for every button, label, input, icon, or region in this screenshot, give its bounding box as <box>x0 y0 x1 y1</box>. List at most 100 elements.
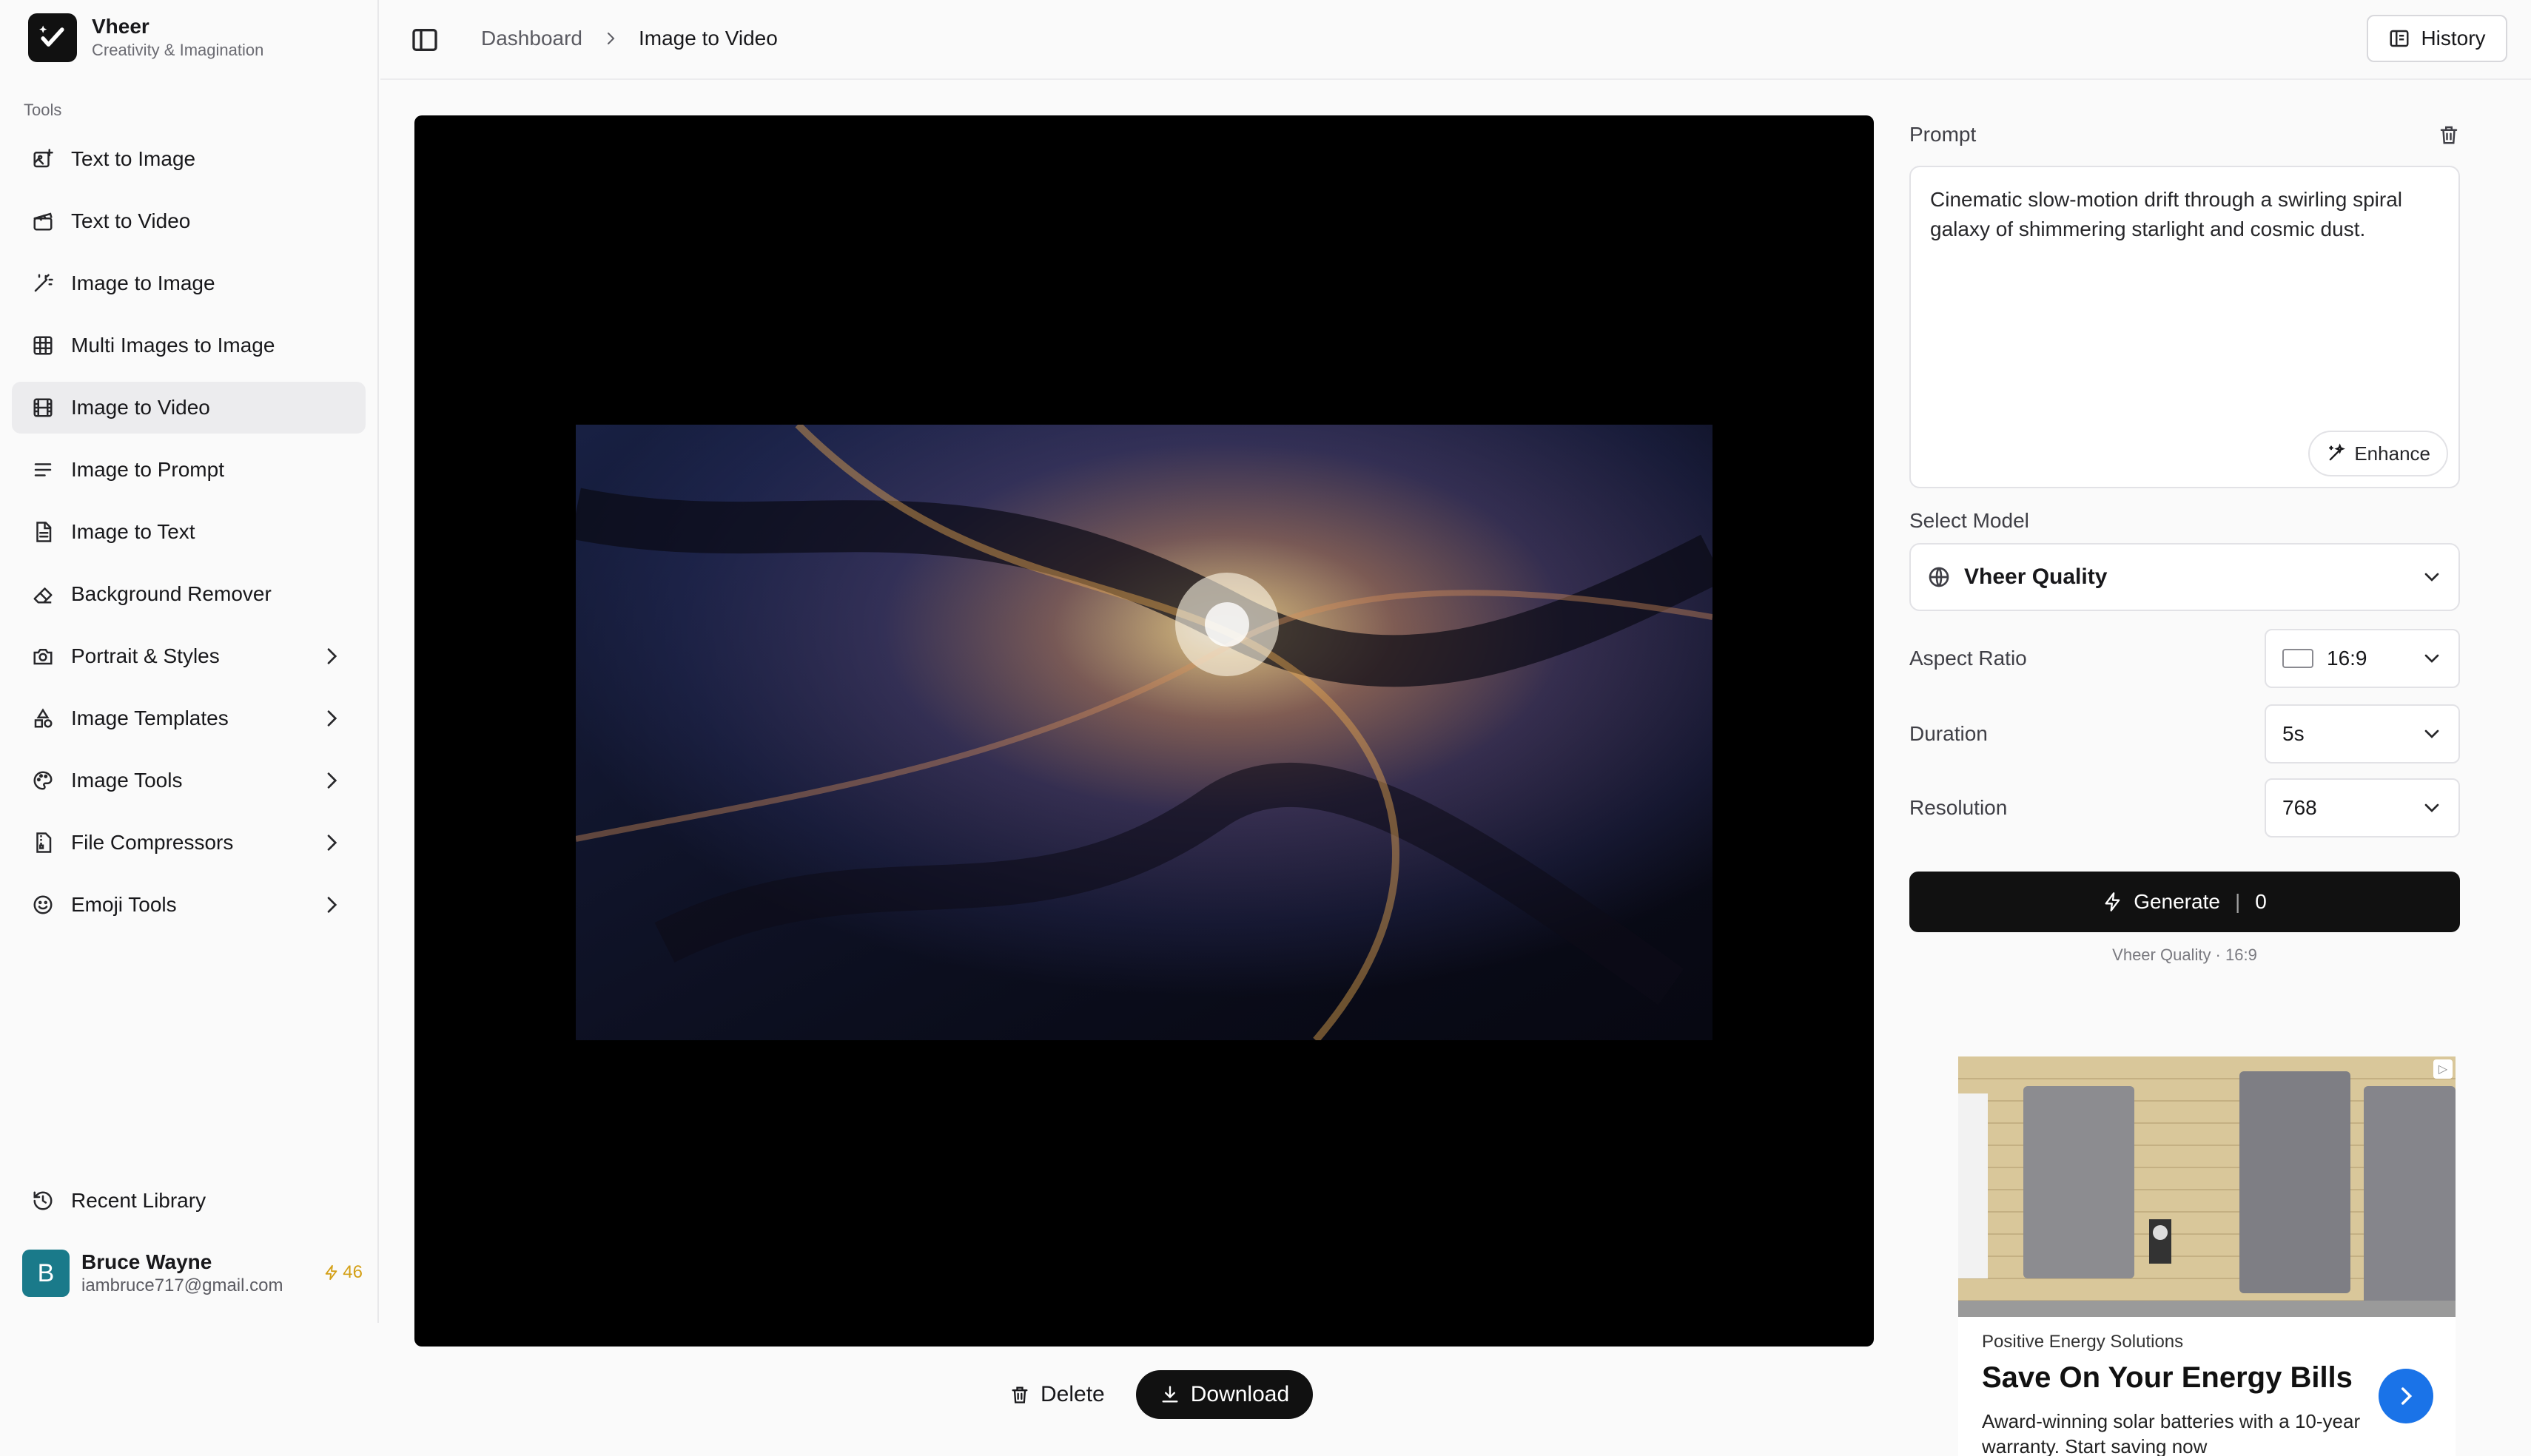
sidebar-item-portrait-styles[interactable]: Portrait & Styles <box>12 630 366 682</box>
prompt-header: Prompt <box>1909 111 2460 158</box>
history-button[interactable]: History <box>2367 15 2507 62</box>
credits-badge: 46 <box>323 1262 363 1283</box>
chevron-down-icon <box>2424 654 2439 663</box>
ad-open-button[interactable] <box>2379 1369 2433 1423</box>
prompt-text: Cinematic slow-motion drift through a sw… <box>1930 188 2403 240</box>
topbar: Dashboard Image to Video History <box>380 0 2531 80</box>
sidebar-item-image-to-image[interactable]: Image to Image <box>12 257 366 309</box>
bolt-icon <box>2105 892 2120 911</box>
file-text-icon <box>30 519 56 545</box>
download-icon <box>1162 1386 1178 1403</box>
enhance-label: Enhance <box>2354 442 2430 465</box>
brand-tagline: Creativity & Imagination <box>92 41 264 59</box>
chevron-right-icon <box>607 33 615 44</box>
grid-icon <box>30 332 56 359</box>
chevron-right-icon <box>327 648 337 664</box>
sidebar-item-label: Image Templates <box>71 707 229 729</box>
download-button[interactable]: Download <box>1135 1370 1314 1419</box>
resolution-label: Resolution <box>1909 796 2008 819</box>
sidebar-item-label: Portrait & Styles <box>71 644 220 667</box>
ratio-icon <box>2282 649 2313 668</box>
sidebar-item-image-templates[interactable]: Image Templates <box>12 692 366 744</box>
sidebar-item-image-to-prompt[interactable]: Image to Prompt <box>12 444 366 496</box>
sidebar-item-background-remover[interactable]: Background Remover <box>12 568 366 620</box>
sidebar-item-label: Image to Prompt <box>71 458 224 481</box>
model-value: Vheer Quality <box>1964 564 2108 589</box>
sidebar-item-label: Image Tools <box>71 769 183 792</box>
ad-advertiser: Positive Energy Solutions <box>1982 1332 2184 1352</box>
video-viewer[interactable] <box>414 115 1874 1347</box>
sidebar-item-image-tools[interactable]: Image Tools <box>12 755 366 806</box>
sidebar-item-label: File Compressors <box>71 831 234 854</box>
palette-icon <box>30 767 56 794</box>
chevron-right-icon <box>327 710 337 727</box>
model-select[interactable]: Vheer Quality <box>1909 543 2460 611</box>
ad-choices-icon[interactable]: ▷ <box>2433 1059 2453 1079</box>
viewer-actions: Delete Download <box>995 1370 1314 1419</box>
prompt-label: Prompt <box>1909 123 1977 146</box>
chevron-down-icon <box>2424 729 2439 738</box>
app-root: Vheer Creativity & Imagination Tools Tex… <box>0 0 2531 1456</box>
ad-body: Award-winning solar batteries with a 10-… <box>1982 1410 2361 1456</box>
chevron-down-icon <box>2424 573 2439 582</box>
breadcrumb-current: Image to Video <box>638 27 778 50</box>
duration-label: Duration <box>1909 722 1988 745</box>
settings-panel: Prompt Cinematic slow-motion drift throu… <box>1909 111 2460 965</box>
user-email: iambruce717@gmail.com <box>81 1275 283 1295</box>
history-label: History <box>2421 27 2486 50</box>
film-icon <box>30 394 56 421</box>
ad-title[interactable]: Save On Your Energy Bills <box>1982 1361 2353 1395</box>
aspect-ratio-select[interactable]: 16:9 <box>2265 629 2460 688</box>
sidebar-item-image-to-text[interactable]: Image to Text <box>12 506 366 558</box>
avatar: B <box>22 1250 70 1297</box>
download-label: Download <box>1190 1382 1290 1406</box>
wand-icon <box>30 270 56 297</box>
sidebar-item-image-to-video[interactable]: Image to Video <box>12 382 366 434</box>
tools-section-label: Tools <box>24 101 62 119</box>
clapperboard-icon <box>30 208 56 235</box>
sidebar-item-recent-library[interactable]: Recent Library <box>12 1175 366 1227</box>
brand[interactable]: Vheer Creativity & Imagination <box>28 12 263 64</box>
duration-select[interactable]: 5s <box>2265 704 2460 764</box>
sidebar-item-label: Emoji Tools <box>71 893 177 916</box>
generate-button[interactable]: Generate | 0 <box>1909 872 2460 932</box>
sidebar-item-label: Image to Image <box>71 272 215 294</box>
prompt-textarea[interactable]: Cinematic slow-motion drift through a sw… <box>1909 166 2460 488</box>
sidebar-item-label: Image to Video <box>71 396 210 419</box>
sidebar-nav: Text to Image Text to Video Image to Ima… <box>12 133 366 941</box>
galaxy-video-frame <box>576 425 1712 1040</box>
user-profile[interactable]: B Bruce Wayne iambruce717@gmail.com 46 <box>22 1247 363 1299</box>
sidebar-item-emoji-tools[interactable]: Emoji Tools <box>12 879 366 931</box>
sidebar-toggle-icon[interactable] <box>410 25 440 55</box>
sidebar-item-label: Recent Library <box>71 1189 206 1212</box>
duration-row: Duration 5s <box>1909 704 2460 764</box>
history-icon <box>30 1187 56 1214</box>
resolution-select[interactable]: 768 <box>2265 778 2460 837</box>
delete-button[interactable]: Delete <box>995 1371 1120 1418</box>
sidebar-item-label: Text to Video <box>71 209 191 232</box>
generate-label: Generate <box>2134 890 2220 913</box>
sidebar-item-text-to-image[interactable]: Text to Image <box>12 133 366 185</box>
breadcrumb-dashboard[interactable]: Dashboard <box>481 27 582 50</box>
generate-cost: 0 <box>2255 890 2267 913</box>
separator: | <box>2234 890 2241 913</box>
sidebar-item-text-to-video[interactable]: Text to Video <box>12 195 366 247</box>
trash-icon[interactable] <box>2438 124 2460 146</box>
chevron-right-icon <box>2401 1387 2413 1405</box>
duration-value: 5s <box>2282 722 2305 745</box>
camera-icon <box>30 643 56 670</box>
eraser-icon <box>30 581 56 607</box>
sidebar-item-multi-images-to-image[interactable]: Multi Images to Image <box>12 320 366 371</box>
resolution-value: 768 <box>2282 796 2317 819</box>
sidebar-item-label: Multi Images to Image <box>71 334 275 357</box>
ad-banner[interactable]: ▷ Positive Energy Solutions Save On Your… <box>1958 1056 2456 1456</box>
resolution-row: Resolution 768 <box>1909 778 2460 837</box>
sidebar-item-label: Image to Text <box>71 520 195 543</box>
ad-image <box>1958 1056 2456 1317</box>
chevron-right-icon <box>327 772 337 789</box>
breadcrumb: Dashboard Image to Video <box>481 27 778 50</box>
trash-icon <box>1012 1386 1028 1403</box>
panel-icon <box>2390 30 2409 47</box>
sidebar-item-file-compressors[interactable]: File Compressors <box>12 817 366 869</box>
enhance-button[interactable]: Enhance <box>2308 431 2448 476</box>
